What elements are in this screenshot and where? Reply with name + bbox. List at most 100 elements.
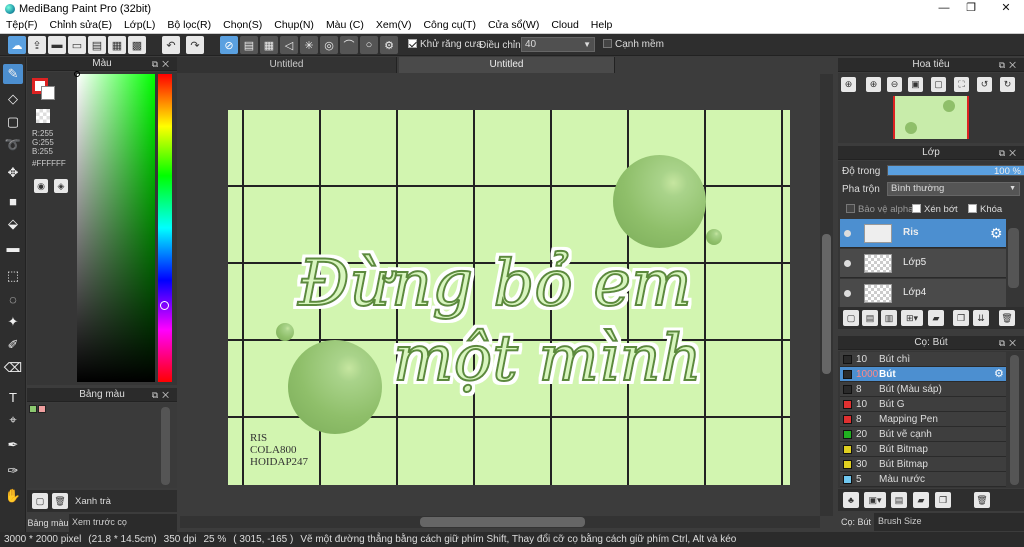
duplicate-layer-icon[interactable]: ❐ <box>953 310 969 326</box>
concentric-snap-icon[interactable]: ◎ <box>320 36 338 54</box>
gear-icon[interactable]: ⚙ <box>990 225 1003 242</box>
panel-float-close-icon[interactable]: ⧉✕ <box>999 146 1020 160</box>
blend-mode-select[interactable]: Bình thường ▼ <box>887 182 1020 196</box>
transparent-color-swatch[interactable] <box>36 109 50 123</box>
antialias-checkbox[interactable] <box>408 39 417 48</box>
trash-icon[interactable]: 🗑 <box>974 492 990 508</box>
fullscreen-icon[interactable]: ⛶ <box>954 77 969 92</box>
magic-wand-tool-icon[interactable]: ✦ <box>3 312 23 332</box>
rect-select-tool-icon[interactable]: ▢ <box>3 112 23 132</box>
brush-row-selected[interactable]: 1000 Bút ⚙ <box>840 367 1006 382</box>
tab-brush-preview[interactable]: Xem trước cọ <box>72 514 127 530</box>
brush-image-icon[interactable]: ▤ <box>891 492 907 508</box>
soft-edge-checkbox[interactable] <box>603 39 612 48</box>
tab-brush-size[interactable]: Brush Size <box>878 513 922 529</box>
new-8bit-layer-icon[interactable]: ▥ <box>881 310 897 326</box>
layer-row-lop5[interactable]: Lớp5 <box>840 249 1006 278</box>
rotate-right-icon[interactable]: ↻ <box>1000 77 1015 92</box>
menu-view[interactable]: Xem(V) <box>370 19 418 31</box>
apps-icon[interactable]: ▩ <box>128 36 146 54</box>
menu-layer[interactable]: Lớp(L) <box>118 19 161 31</box>
parallel-snap-icon[interactable]: ▤ <box>240 36 258 54</box>
brush-row[interactable]: 20 Bút vẽ cạnh <box>840 427 1006 442</box>
protect-alpha-toggle[interactable]: Bảo vệ alpha <box>846 204 913 215</box>
canvas-vertical-scrollbar[interactable] <box>820 74 833 516</box>
gear-icon[interactable]: ⚙ <box>994 367 1004 382</box>
cloud-icon[interactable]: ☁ <box>8 36 26 54</box>
menu-select[interactable]: Chọn(S) <box>217 19 268 31</box>
brush-tool-icon[interactable]: ✎ <box>3 64 23 84</box>
horizontal-scroll-thumb[interactable] <box>420 517 585 527</box>
close-button[interactable]: ✕ <box>990 0 1022 17</box>
maximize-button[interactable]: ❐ <box>955 0 987 17</box>
tab-brush[interactable]: Cọ: Bút <box>838 513 874 531</box>
background-color-swatch[interactable] <box>41 86 55 100</box>
navigator-preview[interactable] <box>893 96 969 139</box>
bucket-tool-icon[interactable]: ⬙ <box>3 214 23 234</box>
panel-float-close-icon[interactable]: ⧉✕ <box>152 57 173 71</box>
brush-row[interactable]: 50 Bút Bitmap <box>840 442 1006 457</box>
layer-row-ris[interactable]: Ris ⚙ <box>840 219 1006 248</box>
panel-float-close-icon[interactable]: ⧉✕ <box>152 388 173 402</box>
palette-swatch[interactable] <box>38 405 46 413</box>
hue-slider-handle[interactable] <box>160 301 169 310</box>
select-pen-tool-icon[interactable]: ✐ <box>3 335 23 355</box>
brush-row[interactable]: 8 Mapping Pen <box>840 412 1006 427</box>
fit-screen-icon[interactable]: ▣ <box>908 77 923 92</box>
layer-row-lop4[interactable]: Lớp4 <box>840 279 1006 308</box>
zoom-in-alt-icon[interactable]: ⊕ <box>866 77 881 92</box>
color-settings-icon[interactable]: ◈ <box>54 179 68 193</box>
layer-add-menu-icon[interactable]: ⊞▾ <box>901 310 923 326</box>
palette-scrollbar[interactable] <box>161 407 170 485</box>
palette-swatch[interactable] <box>29 405 37 413</box>
menu-cloud[interactable]: Cloud <box>545 19 584 31</box>
menu-help[interactable]: Help <box>585 19 619 31</box>
merge-layer-icon[interactable]: ⇊ <box>973 310 989 326</box>
comment-icon[interactable]: ▬ <box>48 36 66 54</box>
panel-float-close-icon[interactable]: ⧉✕ <box>999 58 1020 72</box>
brush-row[interactable]: 5 Màu nước <box>840 472 1006 487</box>
actual-size-icon[interactable]: ▢ <box>931 77 946 92</box>
folder-icon[interactable]: ▰ <box>928 310 944 326</box>
zoom-out-icon[interactable]: ⊖ <box>887 77 902 92</box>
grid-doc-icon[interactable]: ▦ <box>108 36 126 54</box>
document-icon[interactable]: ▤ <box>88 36 106 54</box>
fill-shape-tool-icon[interactable]: ■ <box>3 191 23 211</box>
brush-scrollbar[interactable] <box>1010 355 1019 485</box>
soft-edge-toggle[interactable]: Cạnh mềm <box>603 39 664 50</box>
menu-filter[interactable]: Bộ lọc(R) <box>161 19 217 31</box>
clipping-checkbox[interactable] <box>912 204 921 213</box>
brush-folder-icon[interactable]: ▰ <box>913 492 929 508</box>
drawing-canvas[interactable]: Đừng bỏ em một mình RIS COLA800 HOIDAP24… <box>228 110 790 485</box>
brush-row[interactable]: 10 Bút G <box>840 397 1006 412</box>
menu-file[interactable]: Tệp(F) <box>0 19 44 31</box>
trash-icon[interactable]: 🗑 <box>52 493 68 509</box>
chat-icon[interactable]: ▭ <box>68 36 86 54</box>
lock-toggle[interactable]: Khóa <box>968 204 1002 215</box>
saturation-value-field[interactable] <box>74 71 155 382</box>
brush-menu-icon[interactable]: ▣▾ <box>864 492 886 508</box>
brush-row[interactable]: 8 Bút (Màu sáp) <box>840 382 1006 397</box>
menu-color[interactable]: Màu (C) <box>320 19 370 31</box>
menu-window[interactable]: Cửa sổ(W) <box>482 19 545 31</box>
zoom-in-icon[interactable]: ⊕ <box>841 77 856 92</box>
text-tool-icon[interactable]: T <box>3 387 23 407</box>
palette-name[interactable]: Xanh trà <box>75 496 111 507</box>
move-tool-icon[interactable]: ✥ <box>3 163 23 183</box>
hue-slider[interactable] <box>158 74 172 382</box>
rotate-left-icon[interactable]: ↺ <box>977 77 992 92</box>
select-eraser-tool-icon[interactable]: ⌫ <box>3 358 23 378</box>
tab-palette[interactable]: Bảng màu <box>27 514 69 532</box>
eye-icon[interactable] <box>844 260 851 267</box>
protect-alpha-checkbox[interactable] <box>846 204 855 213</box>
brush-row[interactable]: 10 Bút chì <box>840 352 1006 367</box>
curve-snap-icon[interactable]: ⌒ <box>340 36 358 54</box>
brush-copy-icon[interactable]: ❐ <box>935 492 951 508</box>
menu-tools[interactable]: Công cụ(T) <box>417 19 482 31</box>
undo-icon[interactable]: ↶ <box>162 36 180 54</box>
clipping-toggle[interactable]: Xén bớt <box>912 204 958 215</box>
new-layer-icon[interactable]: ▢ <box>843 310 859 326</box>
operation-tool-icon[interactable]: ⌖ <box>3 410 23 430</box>
panel-float-close-icon[interactable]: ⧉✕ <box>999 336 1020 350</box>
pen-tool-icon[interactable]: ✑ <box>3 461 23 481</box>
